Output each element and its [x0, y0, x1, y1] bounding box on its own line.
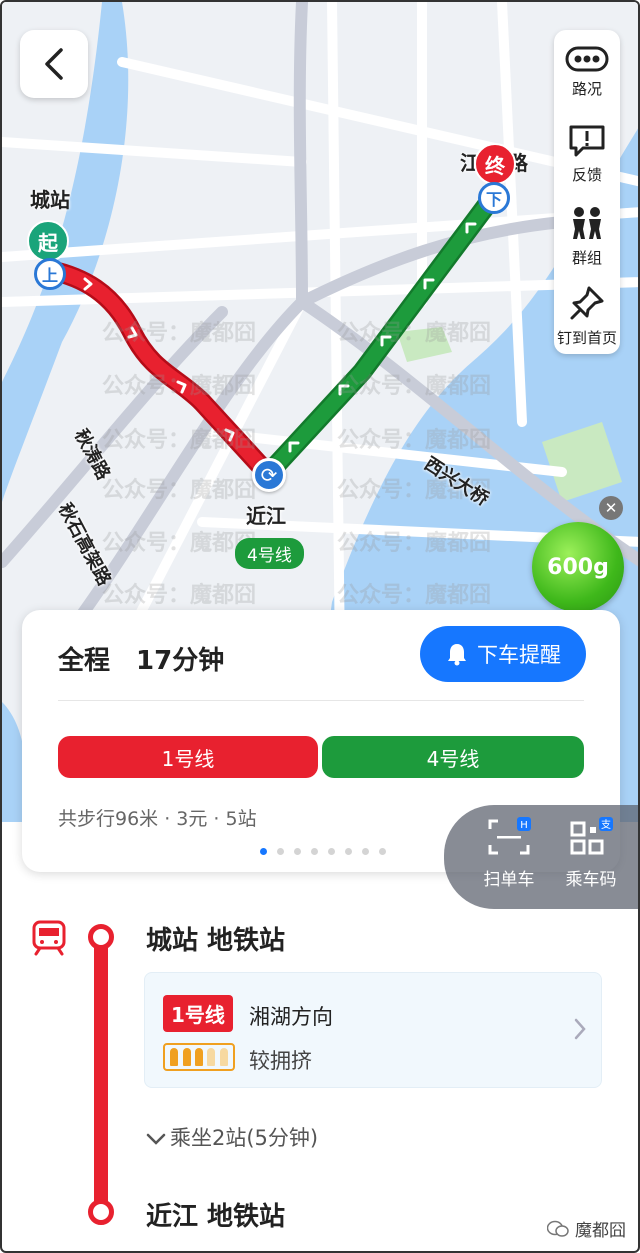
chevron-right-icon [574, 1018, 586, 1040]
page-dot [362, 848, 369, 855]
line-info-box[interactable]: 1号线 湘湖方向 较拥挤 [144, 972, 602, 1088]
brand-name: 魔都囧 [575, 1221, 626, 1241]
pin-button[interactable]: 钉到首页 [554, 276, 620, 356]
page-dot [379, 848, 386, 855]
ride-info-text: 乘坐2站(5分钟) [170, 1126, 319, 1150]
qr-code-icon: 支 [570, 817, 613, 855]
page-dot [345, 848, 352, 855]
board-stop-name[interactable]: 城站 地铁站 [146, 920, 285, 957]
alight-reminder-button[interactable]: 下车提醒 [420, 626, 586, 682]
page-dot [277, 848, 284, 855]
board-station-icon: 上 [34, 258, 66, 290]
scan-bike-button[interactable]: H 扫单车 [474, 817, 544, 890]
alight-reminder-label: 下车提醒 [477, 643, 561, 667]
transfer-icon: ⟳ [252, 458, 286, 492]
alight-station-icon: 下 [478, 182, 510, 214]
traffic-icon [565, 46, 609, 71]
start-pin: 起 [27, 220, 69, 262]
segment-line-4: 4号线 [322, 736, 584, 778]
page-indicator [260, 848, 386, 855]
brand-mark: 魔都囧 [547, 1216, 626, 1241]
map-toolbar: 路况 反馈 群组 钉到首页 [554, 30, 620, 354]
screen: 公众号：魔都囧 公众号：魔都囧 公众号：魔都囧 公众号：魔都囧 公众号：魔都囧 … [0, 0, 640, 1253]
segment-line-1: 1号线 [58, 736, 318, 778]
total-label: 全程 [58, 646, 111, 676]
page-dot [328, 848, 335, 855]
route-details: 共步行96米 · 3元 · 5站 [58, 808, 257, 830]
svg-text:支: 支 [601, 819, 611, 831]
group-icon [573, 206, 601, 239]
direction-text: 湘湖方向 [249, 1005, 333, 1029]
close-icon[interactable]: ✕ [599, 496, 623, 520]
chevron-down-icon [146, 1133, 166, 1145]
transfer-line-badge: 4号线 [235, 538, 304, 569]
svg-text:H: H [520, 820, 528, 831]
wechat-icon [547, 1220, 569, 1237]
alight-stop-name[interactable]: 近江 地铁站 [146, 1196, 285, 1233]
traffic-label: 路况 [571, 79, 602, 98]
feedback-icon [569, 125, 605, 156]
feedback-label: 反馈 [571, 165, 602, 184]
page-dot [294, 848, 301, 855]
ride-code-button[interactable]: 支 乘车码 [556, 817, 626, 890]
traffic-button[interactable]: 路况 [554, 32, 620, 112]
crowd-icon [163, 1043, 235, 1071]
group-button[interactable]: 群组 [554, 196, 620, 276]
pin-icon [570, 286, 604, 319]
ride-info-toggle[interactable]: 乘坐2站(5分钟) [146, 1122, 318, 1152]
total-time: 全程 17分钟 [58, 640, 224, 677]
end-pin: 终 [474, 143, 516, 185]
chevron-left-icon [45, 48, 63, 80]
alight-node [88, 1199, 114, 1225]
feedback-button[interactable]: 反馈 [554, 114, 620, 194]
route-rail [94, 932, 108, 1212]
crowd-level: 较拥挤 [249, 1049, 312, 1073]
scan-bike-label: 扫单车 [483, 870, 535, 890]
line-badge: 1号线 [163, 995, 233, 1032]
board-node [88, 924, 114, 950]
pin-label: 钉到首页 [556, 328, 617, 347]
ride-code-label: 乘车码 [565, 870, 617, 890]
page-dot [311, 848, 318, 855]
subway-icon [32, 920, 66, 956]
group-label: 群组 [571, 248, 602, 267]
divider [58, 700, 584, 701]
bell-icon [448, 644, 466, 666]
energy-ball[interactable]: 600g [532, 522, 624, 612]
page-dot [260, 848, 267, 855]
transfer-station-label: 近江 [246, 504, 286, 528]
scan-icon: H [488, 817, 531, 855]
start-station-label: 城站 [30, 188, 70, 212]
quick-actions-panel: H 扫单车 支 乘车码 [444, 805, 638, 909]
back-button[interactable] [20, 30, 88, 98]
total-duration: 17分钟 [136, 646, 225, 676]
